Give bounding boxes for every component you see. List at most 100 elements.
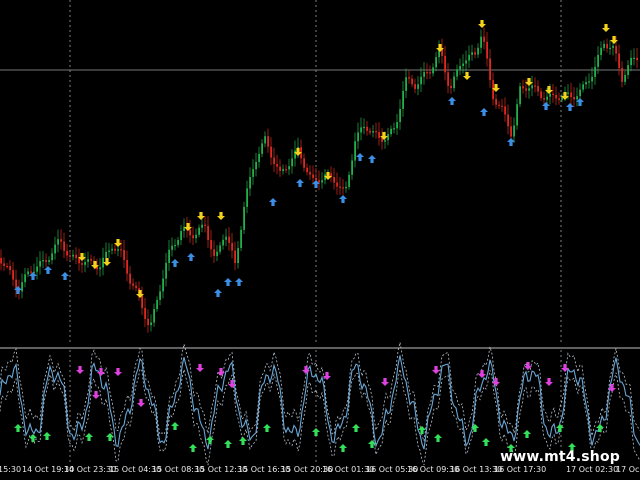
candle-body — [228, 236, 230, 243]
green-up-arrow-icon — [418, 426, 426, 434]
candle-body — [426, 72, 428, 74]
yellow-down-arrow-icon — [463, 72, 471, 80]
candle-body — [246, 188, 248, 207]
candle-body — [249, 176, 251, 189]
candle-body — [150, 322, 152, 326]
magenta-down-arrow-icon — [492, 378, 500, 386]
candle-body — [534, 85, 536, 87]
candle-body — [21, 282, 23, 292]
time-axis-label: 16 Oct 17:30 — [494, 465, 547, 474]
green-up-arrow-icon — [471, 424, 479, 432]
candle-body — [162, 278, 164, 292]
candle-body — [240, 229, 242, 248]
candle-body — [306, 167, 308, 173]
candle-body — [153, 309, 155, 323]
candle-body — [549, 93, 551, 97]
candle-body — [201, 224, 203, 228]
blue-up-arrow-icon — [269, 198, 277, 206]
candle-body — [276, 163, 278, 167]
magenta-down-arrow-icon — [228, 380, 236, 388]
green-up-arrow-icon — [263, 424, 271, 432]
candle-body — [468, 54, 470, 61]
candle-body — [294, 150, 296, 159]
candle-body — [75, 254, 77, 259]
candle-body — [588, 81, 590, 83]
candle-body — [6, 265, 8, 268]
candle-body — [39, 261, 41, 267]
magenta-down-arrow-icon — [302, 366, 310, 374]
green-up-arrow-icon — [596, 424, 604, 432]
candle-body — [354, 141, 356, 161]
candle-body — [408, 77, 410, 79]
candle-body — [177, 240, 179, 245]
green-up-arrow-icon — [189, 444, 197, 452]
candle-body — [489, 58, 491, 81]
candle-body — [60, 239, 62, 242]
blue-up-arrow-icon — [448, 97, 456, 105]
candle-body — [189, 229, 191, 236]
candle-body — [45, 260, 47, 262]
time-axis-label: 15:30 — [0, 465, 22, 474]
magenta-down-arrow-icon — [381, 378, 389, 386]
candle-body — [42, 260, 44, 262]
yellow-down-arrow-icon — [478, 20, 486, 28]
candle-body — [618, 53, 620, 69]
candle-body — [288, 166, 290, 170]
green-up-arrow-icon — [29, 434, 37, 442]
candle-body — [519, 86, 521, 105]
magenta-down-arrow-icon — [196, 364, 204, 372]
osc-main-line — [0, 355, 640, 450]
candle-body — [633, 57, 635, 60]
candle-body — [342, 187, 344, 189]
candle-body — [366, 126, 368, 131]
candle-body — [216, 251, 218, 256]
mt4-chart-window: 15:30 14 Oct 19:30 14 Oct 23:30 15 Oct 04:3… — [0, 0, 640, 480]
blue-up-arrow-icon — [224, 278, 232, 286]
candle-body — [24, 274, 26, 283]
candle-body — [609, 47, 611, 50]
green-up-arrow-icon — [206, 436, 214, 444]
candle-body — [423, 72, 425, 77]
candle-body — [558, 98, 560, 100]
candle-body — [111, 248, 113, 251]
candle-body — [486, 41, 488, 59]
candle-body — [57, 239, 59, 245]
candle-body — [615, 46, 617, 54]
candle-body — [99, 267, 101, 270]
candle-body — [576, 96, 578, 100]
candle-body — [444, 55, 446, 73]
magenta-down-arrow-icon — [432, 366, 440, 374]
candle-body — [393, 128, 395, 130]
green-up-arrow-icon — [556, 424, 564, 432]
candle-body — [591, 76, 593, 82]
candle-body — [573, 97, 575, 100]
yellow-down-arrow-icon — [602, 24, 610, 32]
yellow-down-arrow-icon — [197, 212, 205, 220]
candle-body — [321, 180, 323, 183]
candle-body — [174, 244, 176, 247]
candle-body — [210, 240, 212, 250]
candle-body — [117, 249, 119, 251]
candle-body — [363, 126, 365, 129]
green-up-arrow-icon — [43, 432, 51, 440]
candle-body — [318, 180, 320, 183]
magenta-down-arrow-icon — [478, 370, 486, 378]
candle-body — [357, 132, 359, 142]
candle-body — [546, 96, 548, 100]
candle-body — [510, 126, 512, 137]
candle-body — [195, 234, 197, 239]
candle-body — [264, 136, 266, 144]
candle-body — [135, 285, 137, 289]
magenta-down-arrow-icon — [137, 399, 145, 407]
osc-upper-band — [0, 342, 640, 442]
candle-body — [147, 318, 149, 326]
candle-body — [555, 94, 557, 99]
price-chart-pane[interactable] — [0, 0, 640, 345]
candle-body — [84, 261, 86, 265]
candle-body — [636, 57, 638, 61]
candle-body — [207, 225, 209, 241]
candle-body — [525, 88, 527, 91]
candle-body — [528, 88, 530, 91]
magenta-down-arrow-icon — [76, 366, 84, 374]
blue-up-arrow-icon — [480, 108, 488, 116]
